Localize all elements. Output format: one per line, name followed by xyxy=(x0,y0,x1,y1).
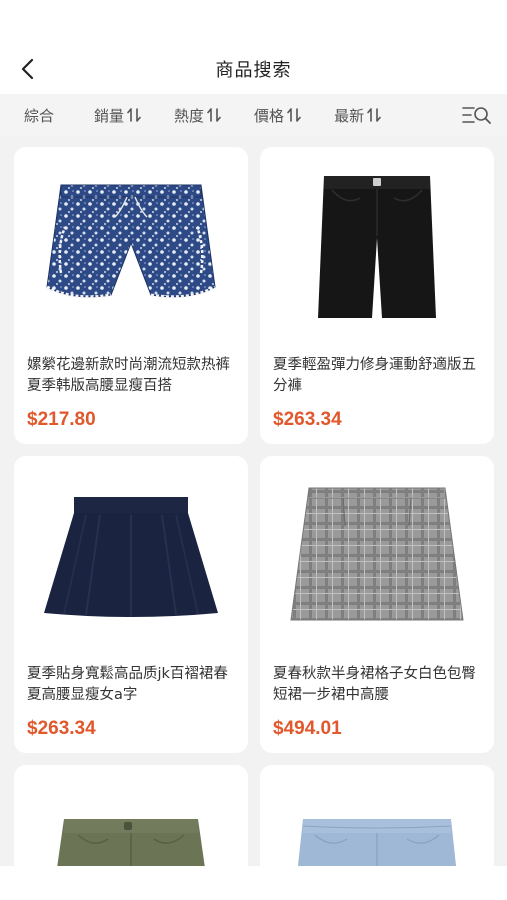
product-card[interactable]: 嫘縈花邊新款时尚潮流短款热裤夏季韩版高腰显瘦百搭 $217.80 xyxy=(14,147,248,444)
sort-label: 最新 xyxy=(334,106,365,125)
product-card[interactable]: 夏季貼身寬鬆高品质jk百褶裙春夏高腰显瘦女a字 $263.34 xyxy=(14,456,248,753)
filter-search-icon xyxy=(462,107,491,124)
product-title: 夏季貼身寬鬆高品质jk百褶裙春夏高腰显瘦女a字 xyxy=(27,666,228,703)
product-image-plaid-pencil-skirt xyxy=(260,456,494,656)
sort-sales[interactable]: 銷量 xyxy=(94,105,141,126)
filter-search-button[interactable] xyxy=(461,99,493,131)
product-card[interactable] xyxy=(14,765,248,875)
product-card[interactable] xyxy=(260,765,494,875)
sort-arrows-icon xyxy=(127,108,141,122)
status-bar xyxy=(0,0,507,44)
sort-label: 熱度 xyxy=(174,106,205,125)
app-screen: 商品搜索 綜合 銷量 熱度 價格 最新 嫘縈花邊新款时尚潮流短款热裤夏季韩版高腰… xyxy=(0,0,507,900)
sort-newest[interactable]: 最新 xyxy=(334,105,381,126)
sort-bar: 綜合 銷量 熱度 價格 最新 xyxy=(0,94,507,136)
sort-popularity[interactable]: 熱度 xyxy=(174,105,221,126)
top-header: 商品搜索 xyxy=(0,44,507,94)
product-price: $263.34 xyxy=(273,409,342,430)
sort-comprehensive[interactable]: 綜合 xyxy=(24,105,54,126)
page-title: 商品搜索 xyxy=(215,60,292,81)
product-price: $494.01 xyxy=(273,718,342,739)
sort-arrows-icon xyxy=(287,108,301,122)
sort-label: 銷量 xyxy=(94,106,125,125)
product-card[interactable]: 夏季輕盈彈力修身運動舒適版五分褲 $263.34 xyxy=(260,147,494,444)
sort-label: 價格 xyxy=(254,106,285,125)
product-card[interactable]: 夏春秋款半身裙格子女白色包臀短裙一步裙中高腰 $494.01 xyxy=(260,456,494,753)
chevron-left-icon xyxy=(21,58,34,80)
product-image-navy-pleated-skirt xyxy=(14,456,248,656)
bottom-safe-area xyxy=(0,866,507,900)
product-grid: 嫘縈花邊新款时尚潮流短款热裤夏季韩版高腰显瘦百搭 $217.80 夏季輕盈彈力修… xyxy=(0,136,507,875)
sort-price[interactable]: 價格 xyxy=(254,105,301,126)
sort-label: 綜合 xyxy=(24,106,55,125)
product-title: 嫘縈花邊新款时尚潮流短款热裤夏季韩版高腰显瘦百搭 xyxy=(27,357,230,394)
sort-arrows-icon xyxy=(367,108,381,122)
product-image-light-denim-shorts xyxy=(260,765,494,875)
back-button[interactable] xyxy=(12,53,44,85)
product-price: $217.80 xyxy=(27,409,96,430)
product-title: 夏春秋款半身裙格子女白色包臀短裙一步裙中高腰 xyxy=(273,666,476,703)
sort-arrows-icon xyxy=(207,108,221,122)
product-price: $263.34 xyxy=(27,718,96,739)
product-image-floral-shorts xyxy=(14,147,248,347)
product-image-black-bermuda-shorts xyxy=(260,147,494,347)
product-title: 夏季輕盈彈力修身運動舒適版五分褲 xyxy=(273,357,476,394)
product-image-olive-cargo-shorts xyxy=(14,765,248,875)
